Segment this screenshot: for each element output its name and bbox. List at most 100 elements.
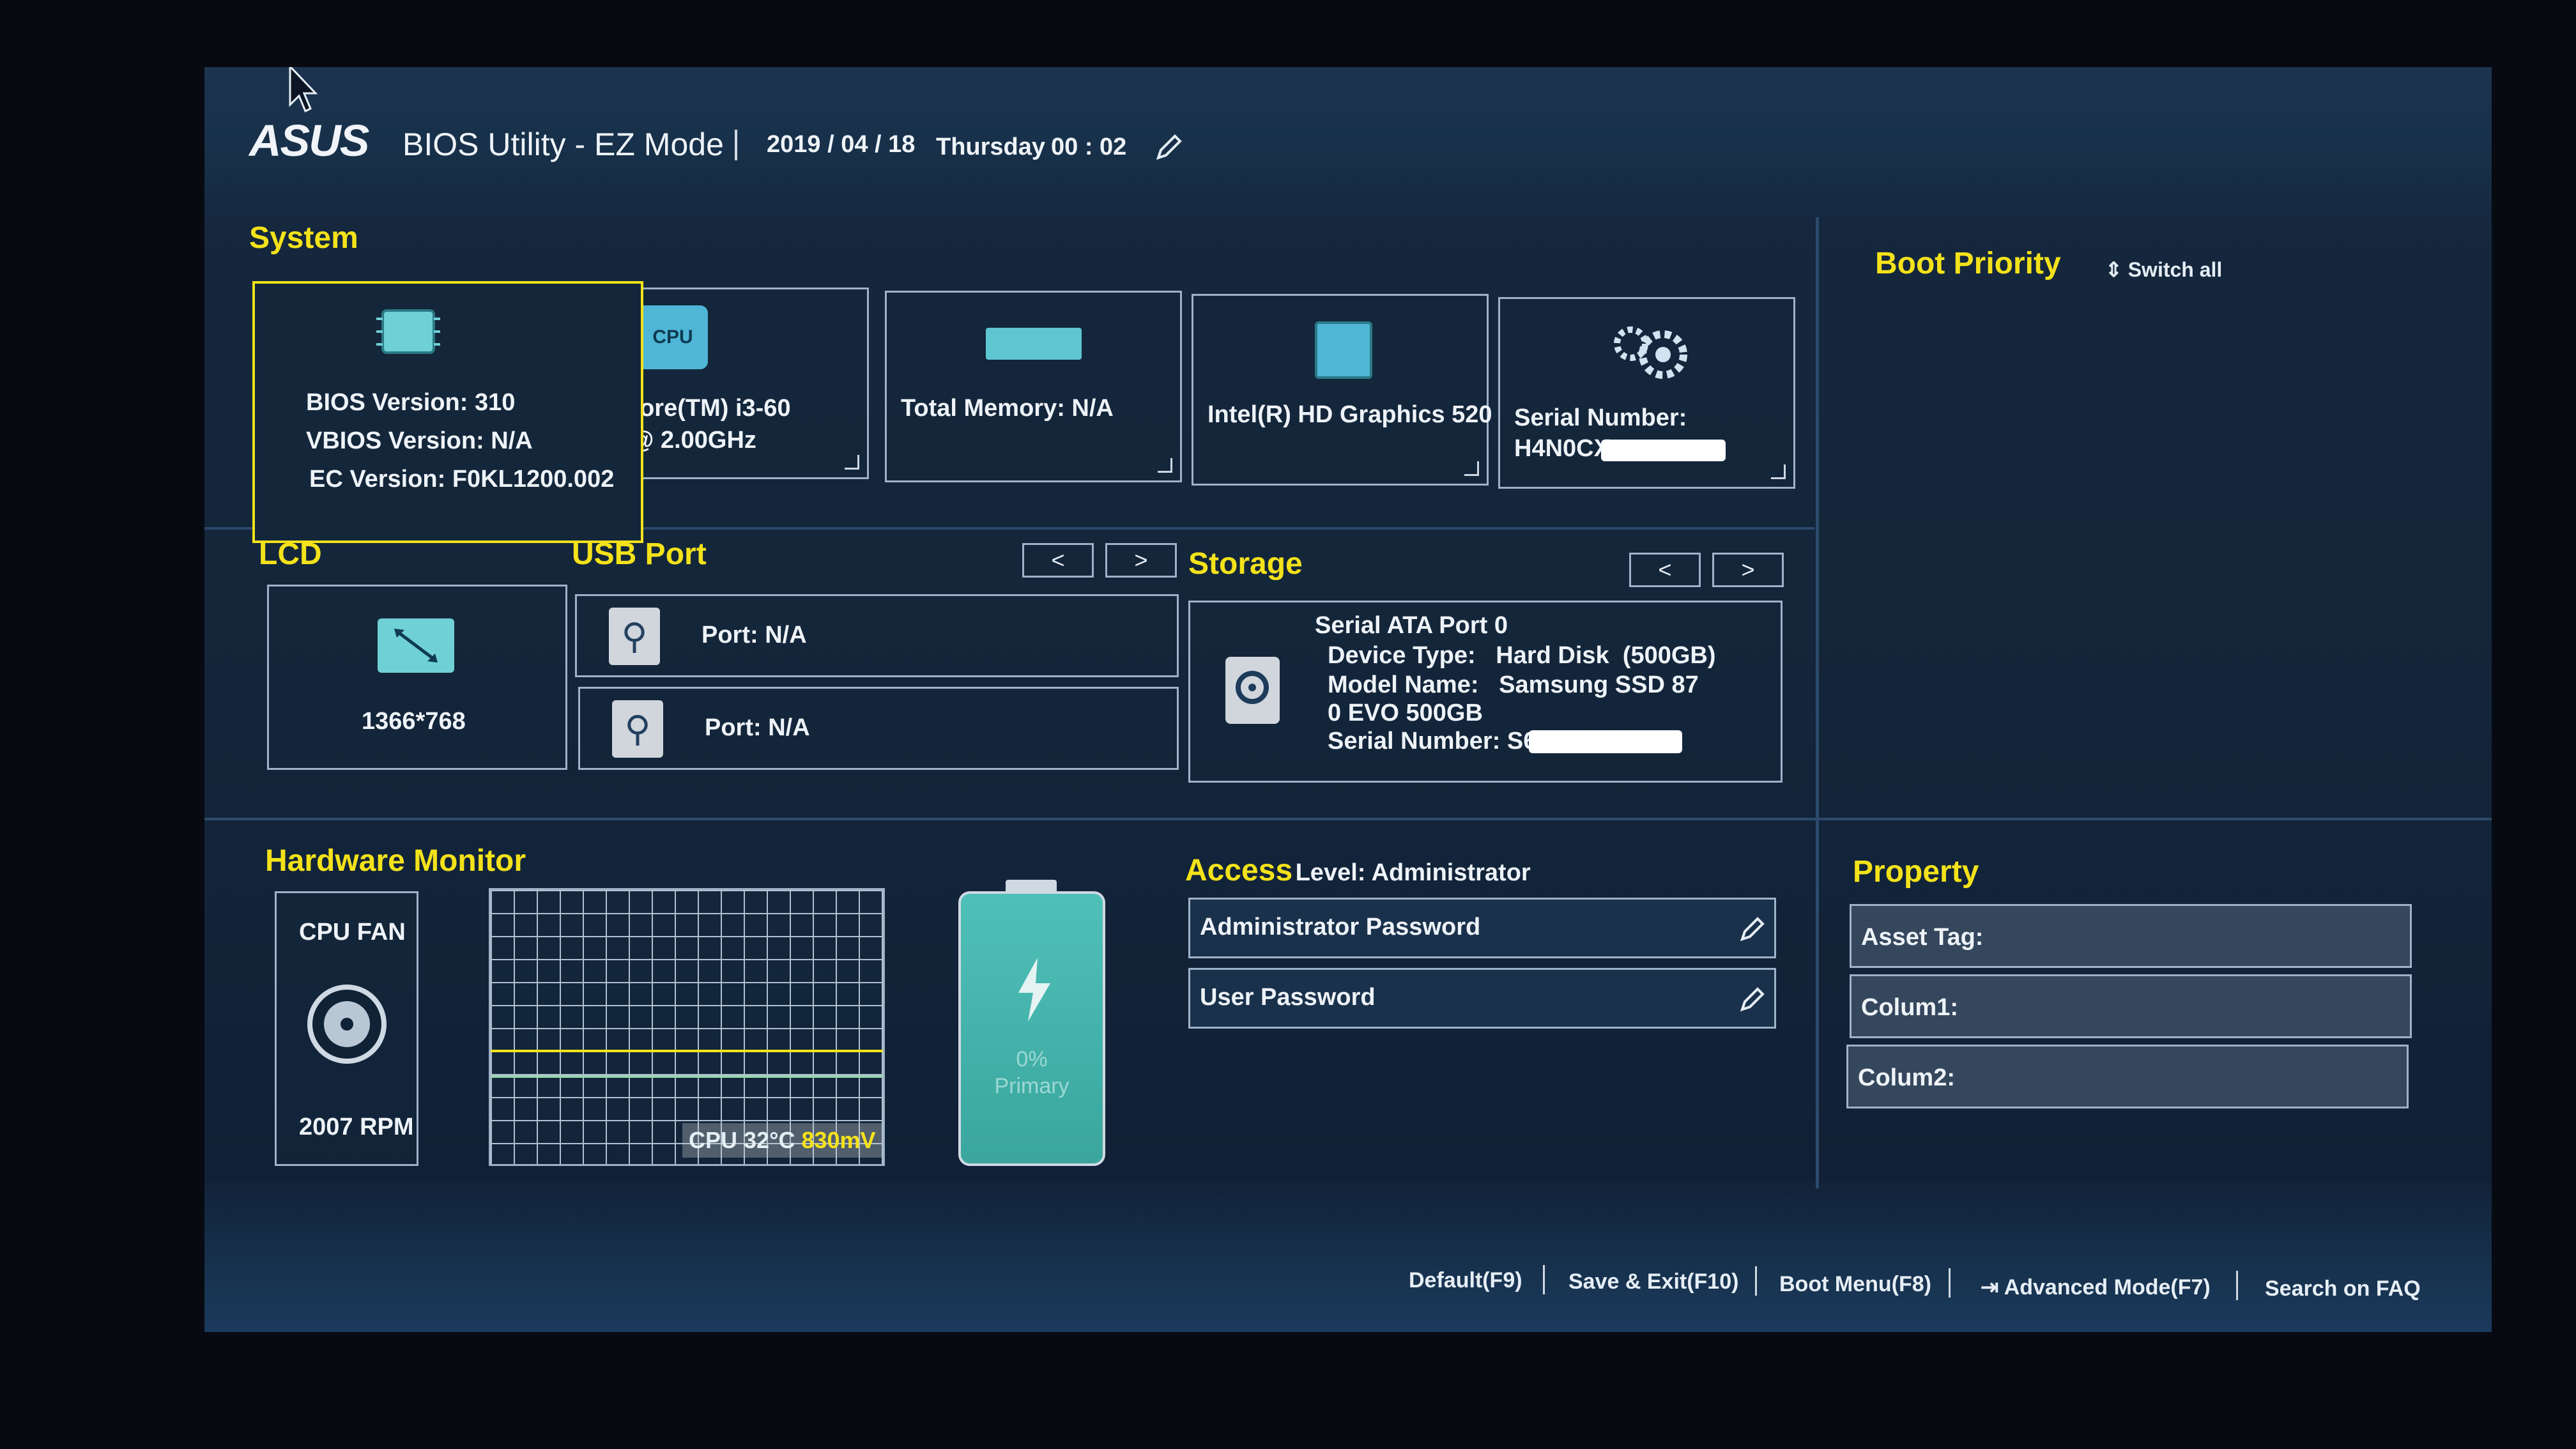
advanced-mode-f7-button[interactable]: ⇥ Advanced Mode(F7) (1981, 1275, 2211, 1300)
switch-all-button[interactable]: ⇕ Switch all (2105, 257, 2222, 282)
colum2-label: Colum2: (1858, 1064, 1955, 1091)
usb-prev-button[interactable]: < (1022, 543, 1094, 578)
serial-number-value: H4N0CX (1514, 435, 1610, 462)
colum2-field[interactable]: Colum2: (1846, 1045, 2409, 1108)
memory-icon (986, 328, 1082, 360)
memory-card[interactable]: Total Memory: N/A (885, 291, 1182, 482)
colum1-field[interactable]: Colum1: (1850, 974, 2412, 1038)
cpu-icon: CPU (638, 305, 708, 369)
serial-number-label: Serial Number: (1514, 404, 1687, 431)
vbios-version: VBIOS Version: N/A (306, 427, 533, 454)
fan-icon (305, 983, 388, 1066)
expand-icon (1464, 461, 1479, 476)
header-separator (735, 130, 737, 160)
storage-model-name: Model Name: Samsung SSD 87 (1328, 671, 1699, 698)
header-time: 00 : 02 (1051, 134, 1127, 160)
usb-next-button[interactable]: > (1105, 543, 1177, 578)
serial-card[interactable]: Serial Number: H4N0CX (1498, 297, 1795, 489)
usb-port-2[interactable]: ⚲ Port: N/A (578, 687, 1179, 770)
storage-title: Storage (1188, 547, 1303, 581)
boot-priority-title: Boot Priority (1875, 247, 2061, 280)
mouse-cursor-icon (288, 67, 319, 115)
save-exit-f10-button[interactable]: Save & Exit(F10) (1568, 1269, 1738, 1294)
footer-bar (204, 1179, 2492, 1332)
cpu-label: CPU (689, 1127, 738, 1153)
footer-separator (1949, 1268, 1951, 1298)
battery-percent: 0% (1016, 1047, 1048, 1071)
total-memory: Total Memory: N/A (901, 395, 1114, 422)
header-weekday: Thursday (936, 134, 1046, 160)
cpu-fan-card: CPU FAN 2007 RPM (275, 891, 418, 1166)
bios-title: BIOS Utility - EZ Mode (402, 126, 724, 162)
usb-port-2-label: Port: N/A (705, 714, 810, 741)
cpu-fan-rpm: 2007 RPM (299, 1114, 414, 1140)
asus-logo: ASUS (249, 116, 369, 165)
battery-icon: 0% Primary (958, 880, 1105, 1166)
graph-legend: CPU 32°C 830mV (682, 1123, 882, 1158)
footer-separator (1543, 1265, 1545, 1294)
storage-model-name-cont: 0 EVO 500GB (1328, 700, 1483, 726)
user-password-field[interactable]: User Password (1188, 968, 1776, 1029)
access-header: Access Level: Administrator (1185, 853, 1531, 888)
lcd-card: 1366*768 (267, 585, 567, 770)
temperature-line (491, 1050, 883, 1052)
storage-serial: Serial Number: S62 (1328, 728, 1551, 755)
user-password-label: User Password (1200, 984, 1376, 1011)
expand-icon (845, 455, 859, 470)
lightning-icon (1015, 958, 1054, 1022)
administrator-password-field[interactable]: Administrator Password (1188, 898, 1776, 958)
storage-prev-button[interactable]: < (1629, 553, 1701, 587)
divider-horizontal-2 (204, 818, 2492, 820)
usb-port-1[interactable]: ⚲ Port: N/A (575, 594, 1179, 677)
colum1-label: Colum1: (1861, 994, 1958, 1021)
bios-version: BIOS Version: 310 (306, 389, 516, 416)
storage-device-type: Device Type: Hard Disk (500GB) (1328, 642, 1716, 669)
asset-tag-label: Asset Tag: (1861, 924, 1984, 951)
storage-next-button[interactable]: > (1712, 553, 1784, 587)
cpu-voltage: 830mV (801, 1127, 876, 1153)
advanced-mode-label: Advanced Mode(F7) (2004, 1275, 2211, 1300)
gpu-icon (1315, 321, 1372, 379)
lcd-resolution: 1366*768 (362, 708, 466, 735)
edit-pencil-icon[interactable] (1737, 914, 1768, 944)
graphics-card[interactable]: Intel(R) HD Graphics 520 (1192, 294, 1492, 486)
advanced-mode-icon: ⇥ (1981, 1275, 2004, 1300)
battery-cap (1006, 880, 1057, 891)
bios-screen: ASUS BIOS Utility - EZ Mode 2019 / 04 / … (204, 67, 2492, 1332)
edit-datetime-icon[interactable] (1153, 131, 1185, 163)
boot-menu-f8-button[interactable]: Boot Menu(F8) (1779, 1272, 1931, 1297)
display-icon (378, 618, 454, 673)
serial-redaction (1601, 440, 1726, 461)
property-title: Property (1853, 855, 1979, 889)
usb-icon: ⚲ (612, 700, 663, 758)
asset-tag-field[interactable]: Asset Tag: (1850, 904, 2412, 968)
usb-port-1-label: Port: N/A (702, 622, 807, 648)
hardware-monitor-title: Hardware Monitor (265, 844, 526, 878)
temperature-graph: CPU 32°C 830mV (489, 888, 885, 1166)
footer-separator (2236, 1271, 2238, 1300)
access-title: Access (1185, 854, 1293, 887)
voltage-line (491, 1075, 883, 1078)
switch-all-label: Switch all (2128, 258, 2223, 281)
access-level: Level: Administrator (1295, 859, 1531, 886)
chip-icon (370, 303, 447, 360)
expand-icon (1771, 464, 1786, 479)
gears-icon (1602, 315, 1698, 385)
battery-label: Primary (994, 1074, 1070, 1098)
graphics-name: Intel(R) HD Graphics 520 (1208, 401, 1492, 428)
system-title: System (249, 221, 358, 255)
ec-version: EC Version: F0KL1200.002 (309, 466, 615, 493)
default-f9-button[interactable]: Default(F9) (1409, 1268, 1522, 1293)
cpu-temp: 32°C (744, 1127, 795, 1153)
storage-port: Serial ATA Port 0 (1315, 612, 1508, 639)
search-faq-button[interactable]: Search on FAQ (2265, 1276, 2421, 1301)
divider-vertical (1816, 217, 1819, 1188)
storage-card[interactable]: Serial ATA Port 0 Device Type: Hard Disk… (1188, 601, 1782, 783)
administrator-password-label: Administrator Password (1200, 914, 1481, 940)
footer-separator (1755, 1266, 1757, 1296)
bios-info-card[interactable]: BIOS Version: 310 VBIOS Version: N/A EC … (252, 281, 643, 543)
edit-pencil-icon[interactable] (1737, 984, 1768, 1015)
cpu-fan-label: CPU FAN (299, 919, 406, 946)
hard-disk-icon (1225, 657, 1280, 724)
switch-arrows-icon: ⇕ (2105, 258, 2128, 281)
